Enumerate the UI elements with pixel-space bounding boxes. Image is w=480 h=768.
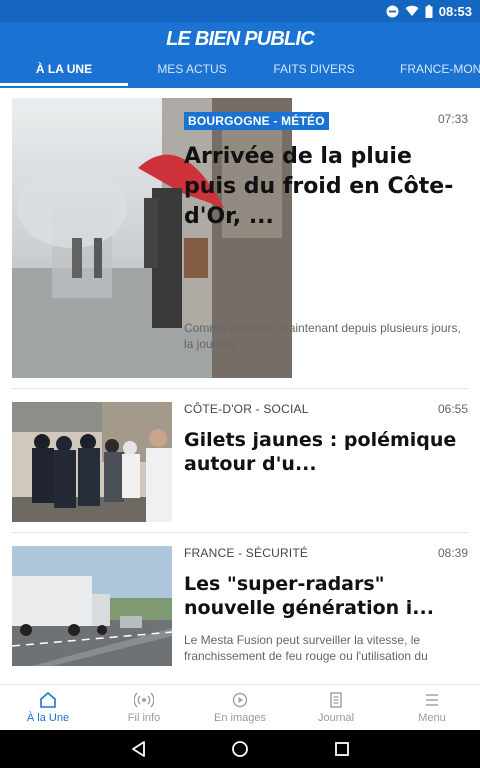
news-feed[interactable]: BOURGOGNE - MÉTÉO 07:33 Arrivée de la pl… [0, 88, 480, 684]
tab-faits-divers[interactable]: FAITS DIVERS [250, 58, 378, 88]
article-card[interactable]: FRANCE - SÉCURITÉ 08:39 Les "super-radar… [0, 532, 480, 684]
article-card[interactable]: CÔTE-D'OR - SOCIAL 06:55 Gilets jaunes :… [0, 388, 480, 532]
active-tab-indicator [0, 83, 128, 86]
status-time: 08:53 [438, 3, 472, 19]
broadcast-icon [134, 692, 154, 708]
home-icon [40, 691, 56, 708]
tab-france-monde[interactable]: FRANCE-MON [400, 58, 480, 88]
do-not-disturb-icon [386, 5, 399, 17]
article-title[interactable]: Gilets jaunes : polémique autour d'u... [184, 428, 468, 476]
article-time: 08:39 [437, 546, 468, 560]
article-rubric[interactable]: CÔTE-D'OR - SOCIAL [184, 402, 309, 416]
article-rubric[interactable]: BOURGOGNE - MÉTÉO [184, 112, 329, 130]
app-header: LE BIEN PUBLIC À LA UNE MES ACTUS FAITS … [0, 22, 480, 88]
app-logo: LE BIEN PUBLIC [166, 28, 315, 50]
nav-a-la-une[interactable]: À la Une [0, 685, 96, 731]
nav-label: Journal [317, 712, 355, 724]
home-button-icon[interactable] [229, 738, 251, 760]
article-meta: FRANCE - SÉCURITÉ 08:39 [184, 546, 468, 562]
article-thumbnail-protest[interactable] [12, 402, 172, 522]
nav-menu[interactable]: Menu [384, 685, 480, 731]
article-meta: BOURGOGNE - MÉTÉO 07:33 [184, 112, 468, 130]
article-rubric[interactable]: FRANCE - SÉCURITÉ [184, 546, 308, 560]
battery-icon [425, 4, 433, 18]
article-card[interactable]: BOURGOGNE - MÉTÉO 07:33 Arrivée de la pl… [0, 88, 480, 384]
app-screen: 08:53 LE BIEN PUBLIC À LA UNE MES ACTUS … [0, 0, 480, 768]
wifi-icon [405, 5, 419, 17]
article-time: 07:33 [437, 112, 468, 126]
nav-fil-info[interactable]: Fil info [96, 685, 192, 731]
nav-en-images[interactable]: En images [192, 685, 288, 731]
status-icons: 08:53 [386, 3, 472, 19]
nav-label: Menu [418, 712, 446, 724]
article-time: 06:55 [437, 402, 468, 416]
police-protest-image [12, 402, 172, 522]
article-thumbnail-radar[interactable] [12, 546, 172, 666]
menu-icon [426, 694, 438, 706]
tab-mes-actus[interactable]: MES ACTUS [128, 58, 256, 88]
article-meta: CÔTE-D'OR - SOCIAL 06:55 [184, 402, 468, 418]
newspaper-icon [330, 692, 342, 708]
nav-label: Fil info [127, 712, 161, 724]
play-icon [232, 692, 248, 708]
article-title[interactable]: Arrivée de la pluie puis du froid en Côt… [184, 142, 468, 262]
article-summary: Le Mesta Fusion peut surveiller la vites… [184, 633, 428, 663]
nav-journal[interactable]: Journal [288, 685, 384, 731]
highway-truck-image [12, 546, 172, 666]
nav-label: En images [214, 712, 266, 724]
status-bar: 08:53 [0, 0, 480, 22]
recents-icon[interactable] [331, 738, 353, 760]
system-navigation-bar [0, 730, 480, 768]
back-icon[interactable] [128, 738, 150, 760]
article-summary: Comme annoncé maintenant depuis plusieur… [184, 321, 461, 351]
article-title[interactable]: Les "super-radars" nouvelle génération i… [184, 572, 468, 620]
nav-label: À la Une [26, 712, 70, 724]
bottom-navigation: À la Une Fil info En images Journal Menu [0, 684, 480, 730]
